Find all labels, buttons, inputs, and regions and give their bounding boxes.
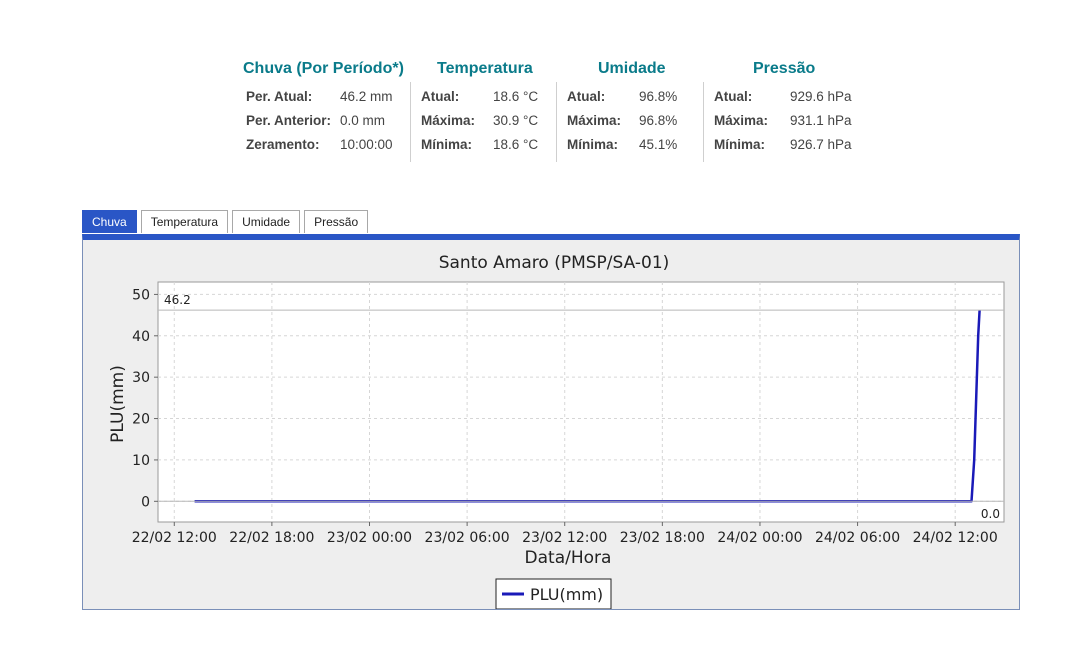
humidity-heading: Umidade	[598, 60, 666, 77]
y-axis-label: PLU(mm)	[108, 365, 128, 443]
humidity-row-min: Mínima: 45.1%	[557, 136, 677, 160]
tab-temperatura[interactable]: Temperatura	[140, 210, 229, 233]
legend-label: PLU(mm)	[530, 585, 603, 604]
temperature-row-current: Atual: 18.6 °C	[411, 88, 538, 112]
pressure-row-current: Atual: 929.6 hPa	[704, 88, 852, 112]
temperature-row-max: Máxima: 30.9 °C	[411, 112, 538, 136]
y-tick-label: 40	[132, 329, 150, 345]
stat-label: Zeramento:	[246, 137, 320, 152]
x-tick-label: 24/02 06:00	[815, 530, 900, 546]
chart-title: Santo Amaro (PMSP/SA-01)	[439, 253, 670, 273]
chart-panel: Santo Amaro (PMSP/SA-01) 0 10 20 30 40 50 22/…	[82, 234, 1020, 610]
stat-label: Máxima:	[421, 113, 476, 128]
y-tick-label: 20	[132, 412, 150, 428]
stat-label: Per. Anterior:	[246, 113, 332, 128]
stat-value: 931.1 hPa	[790, 113, 852, 128]
stat-label: Atual:	[714, 89, 753, 104]
tab-chuva[interactable]: Chuva	[82, 210, 137, 233]
x-tick-label: 24/02 12:00	[913, 530, 998, 546]
stat-label: Atual:	[421, 89, 460, 104]
stat-value: 18.6 °C	[493, 137, 539, 152]
rain-chart: Santo Amaro (PMSP/SA-01) 0 10 20 30 40 50 22/…	[108, 253, 1005, 609]
stat-label: Mínima:	[567, 137, 619, 152]
legend: PLU(mm)	[495, 578, 612, 609]
x-tick-label: 23/02 12:00	[522, 530, 607, 546]
x-tick-label: 22/02 12:00	[132, 530, 217, 546]
x-tick-label: 23/02 06:00	[425, 530, 510, 546]
pressure-heading: Pressão	[753, 60, 816, 77]
plot-area	[157, 281, 1005, 523]
station-summary: Chuva (Por Período*) Per. Atual: 46.2 mm …	[240, 58, 880, 168]
x-axis-label: Data/Hora	[525, 548, 612, 568]
y-tick-label: 30	[132, 370, 150, 386]
stat-value: 46.2 mm	[340, 89, 393, 104]
min-annotation: 0.0	[981, 507, 1000, 521]
y-tick-label: 10	[132, 453, 150, 469]
y-tick-label: 0	[141, 494, 150, 510]
stat-label: Máxima:	[567, 113, 622, 128]
temperature-row-min: Mínima: 18.6 °C	[411, 136, 538, 160]
stat-value: 929.6 hPa	[790, 89, 852, 104]
x-axis: 22/02 12:00 22/02 18:00 23/02 00:00 23/02 0…	[132, 522, 998, 546]
stat-value: 96.8%	[639, 89, 678, 104]
stat-label: Per. Atual:	[246, 89, 313, 104]
pressure-row-min: Mínima: 926.7 hPa	[704, 136, 852, 160]
y-axis: 0 10 20 30 40 50	[132, 287, 158, 510]
rain-heading: Chuva (Por Período*)	[243, 60, 404, 77]
rain-row-current: Per. Atual: 46.2 mm	[240, 88, 393, 112]
x-tick-label: 23/02 00:00	[327, 530, 412, 546]
max-annotation: 46.2	[164, 293, 191, 307]
pressure-row-max: Máxima: 931.1 hPa	[704, 112, 852, 136]
stat-label: Máxima:	[714, 113, 769, 128]
stat-value: 45.1%	[639, 137, 678, 152]
x-tick-label: 22/02 18:00	[229, 530, 314, 546]
humidity-row-current: Atual: 96.8%	[557, 88, 677, 112]
stat-label: Mínima:	[714, 137, 766, 152]
x-tick-label: 24/02 00:00	[717, 530, 802, 546]
stat-value: 0.0 mm	[340, 113, 386, 128]
chart-tabs: Chuva Temperatura Umidade Pressão	[82, 210, 372, 234]
rain-row-reset: Zeramento: 10:00:00	[240, 136, 393, 160]
rain-row-previous: Per. Anterior: 0.0 mm	[240, 112, 393, 136]
stat-label: Atual:	[567, 89, 606, 104]
stat-value: 926.7 hPa	[790, 137, 852, 152]
tab-umidade[interactable]: Umidade	[232, 210, 301, 233]
y-tick-label: 50	[132, 287, 150, 303]
tab-pressao[interactable]: Pressão	[304, 210, 369, 233]
stat-value: 96.8%	[639, 113, 678, 128]
stat-value: 18.6 °C	[493, 89, 539, 104]
stat-label: Mínima:	[421, 137, 473, 152]
x-tick-label: 23/02 18:00	[620, 530, 705, 546]
humidity-row-max: Máxima: 96.8%	[557, 112, 677, 136]
stat-value: 30.9 °C	[493, 113, 539, 128]
stat-value: 10:00:00	[340, 137, 393, 152]
temperature-heading: Temperatura	[437, 60, 533, 77]
